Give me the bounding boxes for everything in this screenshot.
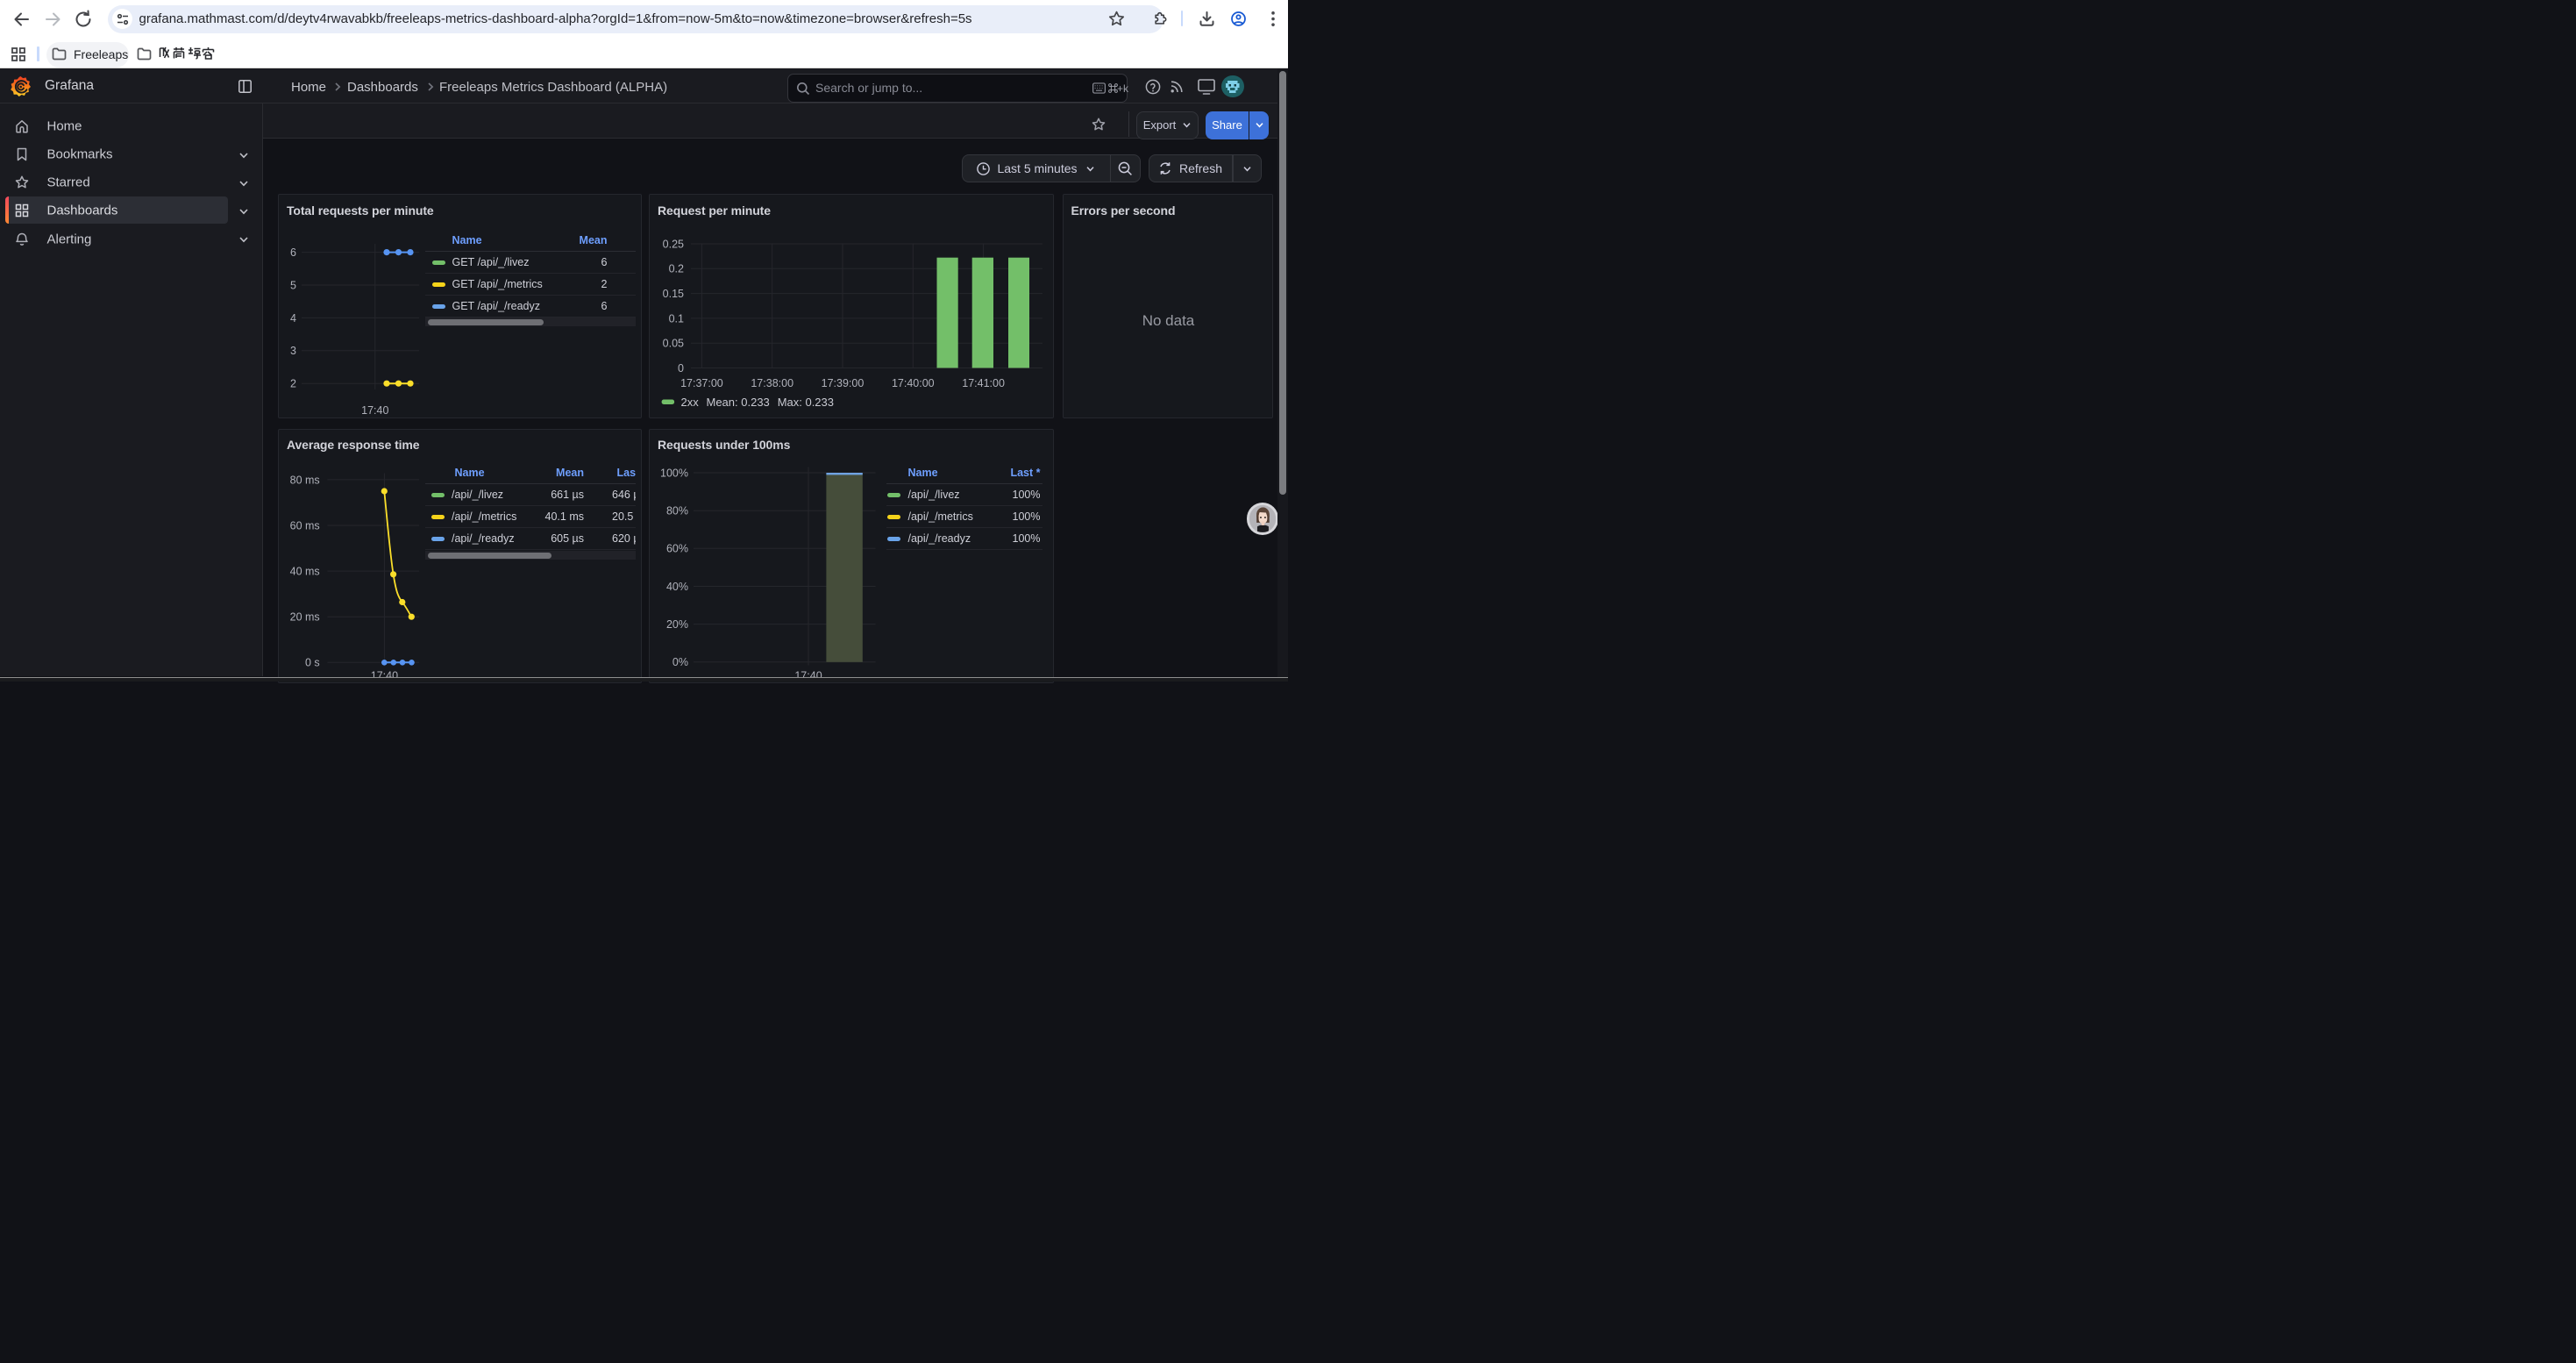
svg-text:17:40:00: 17:40:00 [892,377,935,389]
svg-text:4: 4 [290,312,296,325]
svg-text:80 ms: 80 ms [290,474,320,486]
svg-text:0: 0 [678,362,684,375]
svg-text:17:37:00: 17:37:00 [680,377,723,389]
svg-text:3: 3 [290,345,296,357]
svg-text:17:38:00: 17:38:00 [751,377,793,389]
svg-text:40%: 40% [666,580,688,592]
svg-text:100%: 100% [660,467,688,479]
svg-text:0.15: 0.15 [663,288,684,300]
svg-text:0.2: 0.2 [669,263,684,275]
svg-text:0 s: 0 s [305,656,320,668]
svg-text:0.1: 0.1 [669,312,684,325]
svg-text:17:41:00: 17:41:00 [962,377,1005,389]
svg-text:Mean: 0.233: Mean: 0.233 [707,396,770,409]
svg-text:60%: 60% [666,542,688,554]
svg-text:2: 2 [290,378,296,390]
svg-text:60 ms: 60 ms [290,519,320,532]
svg-text:17:40: 17:40 [361,404,388,417]
svg-text:17:39:00: 17:39:00 [822,377,865,389]
svg-text:0.25: 0.25 [663,238,684,250]
svg-text:0.05: 0.05 [663,338,684,350]
svg-text:20%: 20% [666,618,688,631]
svg-text:6: 6 [290,246,296,259]
svg-text:80%: 80% [666,504,688,517]
svg-text:2xx: 2xx [681,396,700,409]
svg-text:0%: 0% [672,656,688,668]
svg-text:5: 5 [290,279,296,291]
svg-text:40 ms: 40 ms [290,565,320,577]
svg-text:Max: 0.233: Max: 0.233 [778,396,834,409]
svg-text:20 ms: 20 ms [290,610,320,623]
